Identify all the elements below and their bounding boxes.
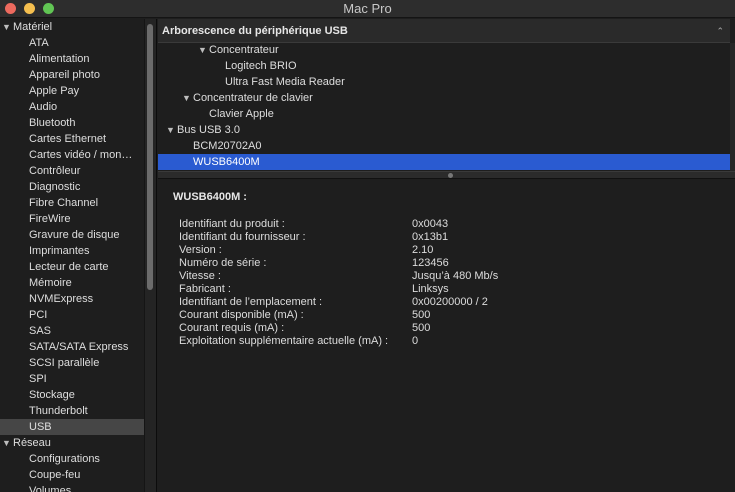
sidebar-item-alimentation[interactable]: Alimentation — [0, 51, 144, 67]
usb-device-tree: Arborescence du périphérique USB ⌃ ▼ Conc… — [158, 19, 735, 171]
split-view-divider[interactable] — [158, 171, 735, 179]
property-value: 0x00200000 / 2 — [412, 296, 488, 308]
sort-ascending-icon[interactable]: ⌃ — [716, 19, 724, 43]
property-label: Identifiant du produit : — [179, 218, 285, 230]
sidebar-group-reseau[interactable]: ▼ Réseau — [0, 435, 144, 451]
sidebar: ▼ Matériel ATA Alimentation Appareil phot… — [0, 19, 157, 492]
tree-header-label: Arborescence du périphérique USB — [162, 25, 348, 37]
property-value: 0x13b1 — [412, 231, 449, 243]
property-value: 500 — [412, 322, 431, 334]
sidebar-item-fibre-channel[interactable]: Fibre Channel — [0, 195, 144, 211]
sidebar-item-cartes-ethernet[interactable]: Cartes Ethernet — [0, 131, 144, 147]
sidebar-group-materiel[interactable]: ▼ Matériel — [0, 19, 144, 35]
sidebar-item-appareil-photo[interactable]: Appareil photo — [0, 67, 144, 83]
sidebar-item-stockage[interactable]: Stockage — [0, 387, 144, 403]
property-value: 0x0043 — [412, 218, 449, 230]
property-value: 123456 — [412, 257, 449, 269]
sidebar-scrollbar-thumb[interactable] — [147, 24, 153, 290]
tree-row-ultra-fast-media-reader[interactable]: Ultra Fast Media Reader — [158, 74, 730, 90]
disclosure-triangle-down-icon[interactable]: ▼ — [182, 90, 193, 106]
property-label: Identifiant du fournisseur : — [179, 231, 306, 243]
property-value: 2.10 — [412, 244, 434, 256]
tree-row-bus-usb-3[interactable]: ▼ Bus USB 3.0 — [158, 122, 730, 138]
property-label: Fabricant : — [179, 283, 231, 295]
sidebar-item-nvmexpress[interactable]: NVMExpress — [0, 291, 144, 307]
property-label: Version : — [179, 244, 222, 256]
sidebar-item-audio[interactable]: Audio — [0, 99, 144, 115]
sidebar-item-apple-pay[interactable]: Apple Pay — [0, 83, 144, 99]
disclosure-triangle-down-icon[interactable]: ▼ — [198, 42, 209, 58]
detail-title: WUSB6400M : — [173, 191, 247, 203]
sidebar-item-bluetooth[interactable]: Bluetooth — [0, 115, 144, 131]
sidebar-item-firewire[interactable]: FireWire — [0, 211, 144, 227]
tree-row-label: Bus USB 3.0 — [177, 124, 240, 136]
sidebar-item-controleur[interactable]: Contrôleur — [0, 163, 144, 179]
divider-grip-icon[interactable] — [448, 173, 453, 178]
tree-row-concentrateur-de-clavier[interactable]: ▼ Concentrateur de clavier — [158, 90, 730, 106]
property-value: 500 — [412, 309, 431, 321]
tree-row-label: Concentrateur de clavier — [193, 92, 313, 104]
disclosure-triangle-down-icon[interactable]: ▼ — [2, 435, 13, 451]
sidebar-item-thunderbolt[interactable]: Thunderbolt — [0, 403, 144, 419]
sidebar-item-coupe-feu[interactable]: Coupe-feu — [0, 467, 144, 483]
property-label: Courant requis (mA) : — [179, 322, 285, 334]
tree-column-header[interactable]: Arborescence du périphérique USB ⌃ — [158, 19, 730, 43]
tree-row-bcm20702a0[interactable]: BCM20702A0 — [158, 138, 730, 154]
sidebar-item-memoire[interactable]: Mémoire — [0, 275, 144, 291]
window-title: Mac Pro — [343, 1, 392, 16]
device-detail-pane: WUSB6400M : Identifiant du produit : 0x0… — [158, 179, 735, 492]
sidebar-item-configurations[interactable]: Configurations — [0, 451, 144, 467]
tree-row-logitech-brio[interactable]: Logitech BRIO — [158, 58, 730, 74]
tree-row-concentrateur[interactable]: ▼ Concentrateur — [158, 42, 730, 58]
tree-row-wusb6400m[interactable]: WUSB6400M — [158, 154, 730, 170]
sidebar-item-sata-sata-express[interactable]: SATA/SATA Express — [0, 339, 144, 355]
sidebar-item-sas[interactable]: SAS — [0, 323, 144, 339]
sidebar-item-ata[interactable]: ATA — [0, 35, 144, 51]
sidebar-item-diagnostic[interactable]: Diagnostic — [0, 179, 144, 195]
title-bar: Mac Pro — [0, 0, 735, 18]
sidebar-item-lecteur-de-carte[interactable]: Lecteur de carte — [0, 259, 144, 275]
tree-row-clavier-apple[interactable]: Clavier Apple — [158, 106, 730, 122]
sidebar-item-scsi-parallele[interactable]: SCSI parallèle — [0, 355, 144, 371]
sidebar-item-spi[interactable]: SPI — [0, 371, 144, 387]
property-value: Jusqu’à 480 Mb/s — [412, 270, 499, 282]
property-label: Vitesse : — [179, 270, 221, 282]
property-label: Exploitation supplémentaire actuelle (mA… — [179, 335, 389, 347]
property-value: Linksys — [412, 283, 449, 295]
sidebar-group-label: Matériel — [13, 21, 53, 33]
tree-row-label: Concentrateur — [209, 44, 279, 56]
sidebar-item-volumes[interactable]: Volumes — [0, 483, 144, 492]
sidebar-group-label: Réseau — [13, 437, 51, 449]
disclosure-triangle-down-icon[interactable]: ▼ — [166, 122, 177, 138]
sidebar-item-usb[interactable]: USB — [0, 419, 144, 435]
sidebar-item-gravure-de-disque[interactable]: Gravure de disque — [0, 227, 144, 243]
sidebar-item-pci[interactable]: PCI — [0, 307, 144, 323]
property-label: Numéro de série : — [179, 257, 267, 269]
property-value: 0 — [412, 335, 419, 347]
disclosure-triangle-down-icon[interactable]: ▼ — [2, 19, 13, 35]
sidebar-item-imprimantes[interactable]: Imprimantes — [0, 243, 144, 259]
property-label: Courant disponible (mA) : — [179, 309, 304, 321]
tree-scrollbar[interactable] — [730, 43, 735, 171]
sidebar-item-cartes-video[interactable]: Cartes vidéo / mon… — [0, 147, 144, 163]
property-label: Identifiant de l’emplacement : — [179, 296, 323, 308]
